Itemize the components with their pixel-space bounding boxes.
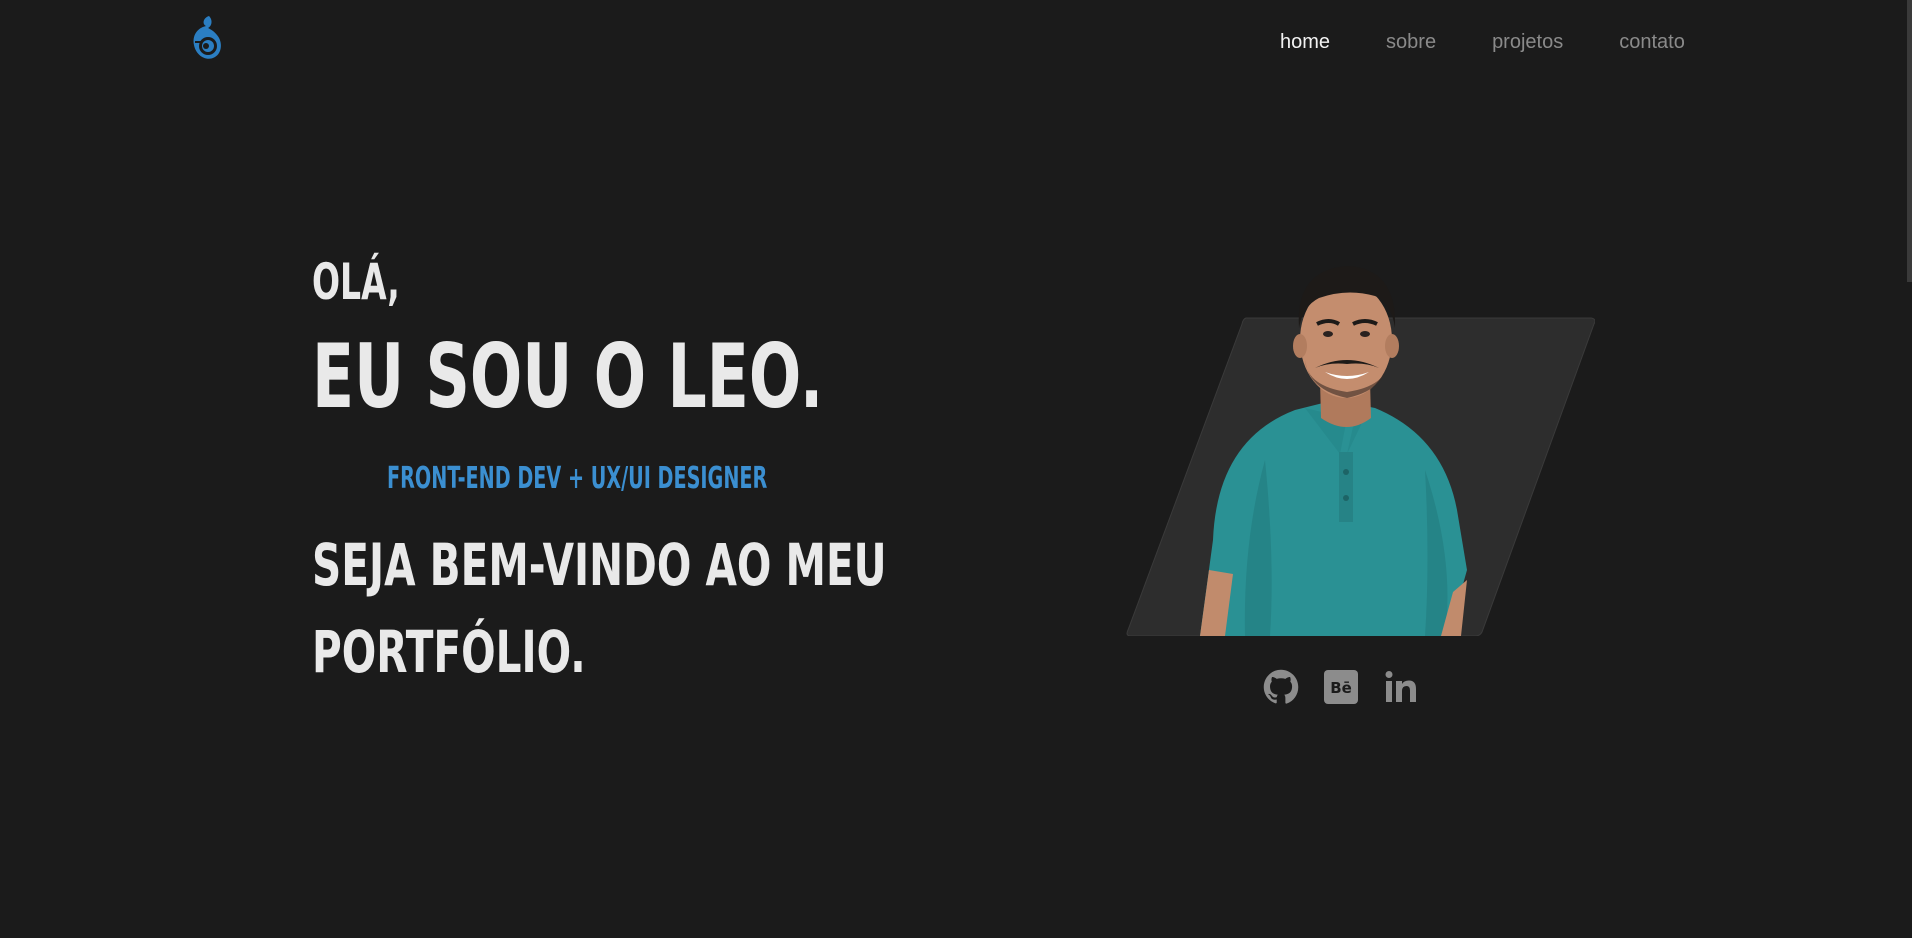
hero-greeting: OLÁ,	[312, 253, 400, 311]
social-links: Bē	[1263, 669, 1419, 705]
hero-welcome-line-1: SEJA BEM-VINDO AO MEU	[312, 531, 887, 599]
logo[interactable]	[189, 12, 225, 67]
linkedin-icon[interactable]	[1383, 669, 1419, 705]
nav-item-home[interactable]: home	[1280, 28, 1330, 56]
nav-item-projetos[interactable]: projetos	[1492, 28, 1563, 56]
hero-name: EU SOU O LEO.	[312, 325, 824, 428]
svg-text:Bē: Bē	[1330, 679, 1352, 697]
behance-icon[interactable]: Bē	[1323, 669, 1359, 705]
page-scrollbar[interactable]	[1907, 0, 1912, 282]
hero-role: FRONT-END DEV + UX/UI DESIGNER	[387, 461, 768, 496]
nav-item-sobre[interactable]: sobre	[1386, 28, 1436, 56]
main-nav: home sobre projetos contato	[1280, 28, 1685, 56]
hero-welcome-line-2: PORTFÓLIO.	[312, 618, 586, 686]
profile-photo-frame	[1125, 240, 1595, 636]
logo-icon	[193, 16, 221, 59]
nav-item-contato[interactable]: contato	[1619, 28, 1685, 56]
profile-photo	[1126, 266, 1595, 636]
github-icon[interactable]	[1263, 669, 1299, 705]
